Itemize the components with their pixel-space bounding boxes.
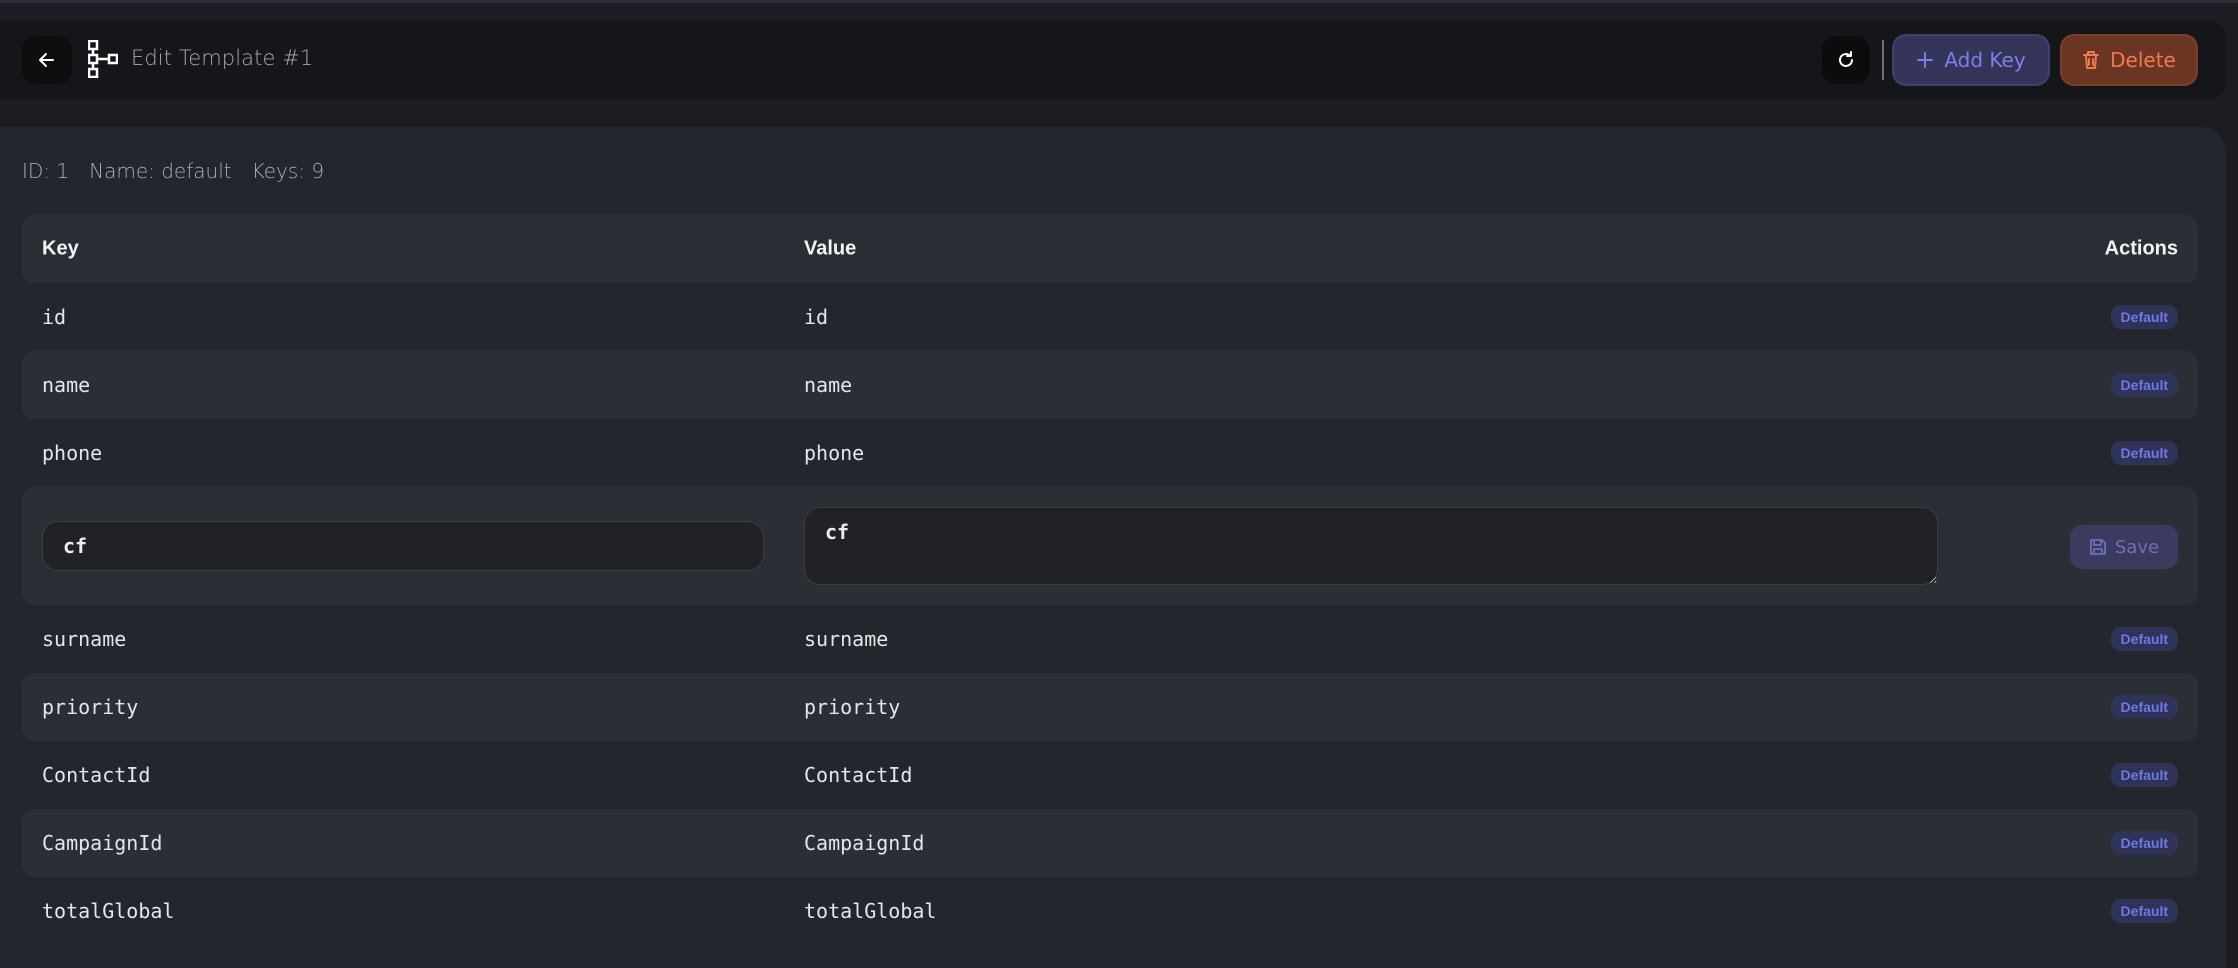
table-row: surname surname Default: [22, 605, 2198, 673]
row-key: totalGlobal: [42, 899, 175, 923]
template-panel: ID: 1 Name: default Keys: 9 Key Value Ac…: [0, 127, 2226, 968]
default-badge: Default: [2110, 627, 2178, 651]
table-row: name name Default: [22, 351, 2198, 419]
row-value: surname: [804, 627, 889, 651]
row-key: ContactId: [42, 763, 151, 787]
table-row-editing: cf Save: [22, 487, 2198, 605]
table-row: ContactId ContactId Default: [22, 741, 2198, 809]
column-header-actions: Actions: [2104, 237, 2178, 260]
row-key: phone: [42, 441, 103, 465]
default-badge: Default: [2110, 899, 2178, 923]
column-header-value: Value: [804, 237, 857, 260]
top-border: [0, 0, 2238, 3]
template-key-count: Keys: 9: [251, 159, 325, 183]
template-meta: ID: 1 Name: default Keys: 9: [22, 159, 324, 183]
default-badge: Default: [2110, 763, 2178, 787]
back-button[interactable]: [22, 36, 72, 84]
key-input[interactable]: [42, 521, 764, 571]
row-value: ContactId: [804, 763, 913, 787]
page-title: Edit Template #1: [131, 46, 314, 70]
template-name: Name: default: [89, 159, 232, 183]
refresh-button[interactable]: [1822, 36, 1870, 84]
row-value: name: [804, 373, 853, 397]
add-key-label: Add Key: [1944, 48, 2026, 72]
value-textarea[interactable]: cf: [804, 507, 1938, 585]
default-badge: Default: [2110, 373, 2178, 397]
row-value: totalGlobal: [804, 899, 937, 923]
row-key: CampaignId: [42, 831, 163, 855]
row-key: name: [42, 373, 91, 397]
keys-table: Key Value Actions id id Default name nam…: [22, 215, 2198, 945]
row-key: surname: [42, 627, 127, 651]
add-key-button[interactable]: Add Key: [1892, 34, 2050, 86]
row-value: CampaignId: [804, 831, 925, 855]
column-header-key: Key: [42, 237, 79, 260]
table-row: id id Default: [22, 283, 2198, 351]
floppy-disk-icon: [2090, 539, 2106, 555]
row-value: id: [804, 305, 829, 329]
save-button[interactable]: Save: [2070, 525, 2178, 569]
default-badge: Default: [2110, 695, 2178, 719]
row-key: id: [42, 305, 67, 329]
table-header: Key Value Actions: [22, 215, 2198, 283]
arrow-left-icon: [39, 53, 54, 67]
row-key: priority: [42, 695, 139, 719]
default-badge: Default: [2110, 305, 2178, 329]
delete-label: Delete: [2110, 48, 2176, 72]
save-label: Save: [2114, 536, 2160, 558]
table-row: phone phone Default: [22, 419, 2198, 487]
template-id: ID: 1: [22, 159, 70, 183]
tree-structure-icon: [88, 40, 118, 78]
refresh-icon: [1839, 51, 1853, 67]
table-row: totalGlobal totalGlobal Default: [22, 877, 2198, 945]
row-value: priority: [804, 695, 901, 719]
page-header: Edit Template #1 Add Key Delete: [0, 20, 2226, 100]
table-row: CampaignId CampaignId Default: [22, 809, 2198, 877]
default-badge: Default: [2110, 831, 2178, 855]
header-divider: [1882, 40, 1884, 80]
plus-icon: [1917, 52, 1934, 68]
default-badge: Default: [2110, 441, 2178, 465]
trash-icon: [2083, 51, 2100, 69]
delete-button[interactable]: Delete: [2060, 34, 2198, 86]
table-row: priority priority Default: [22, 673, 2198, 741]
row-value: phone: [804, 441, 865, 465]
